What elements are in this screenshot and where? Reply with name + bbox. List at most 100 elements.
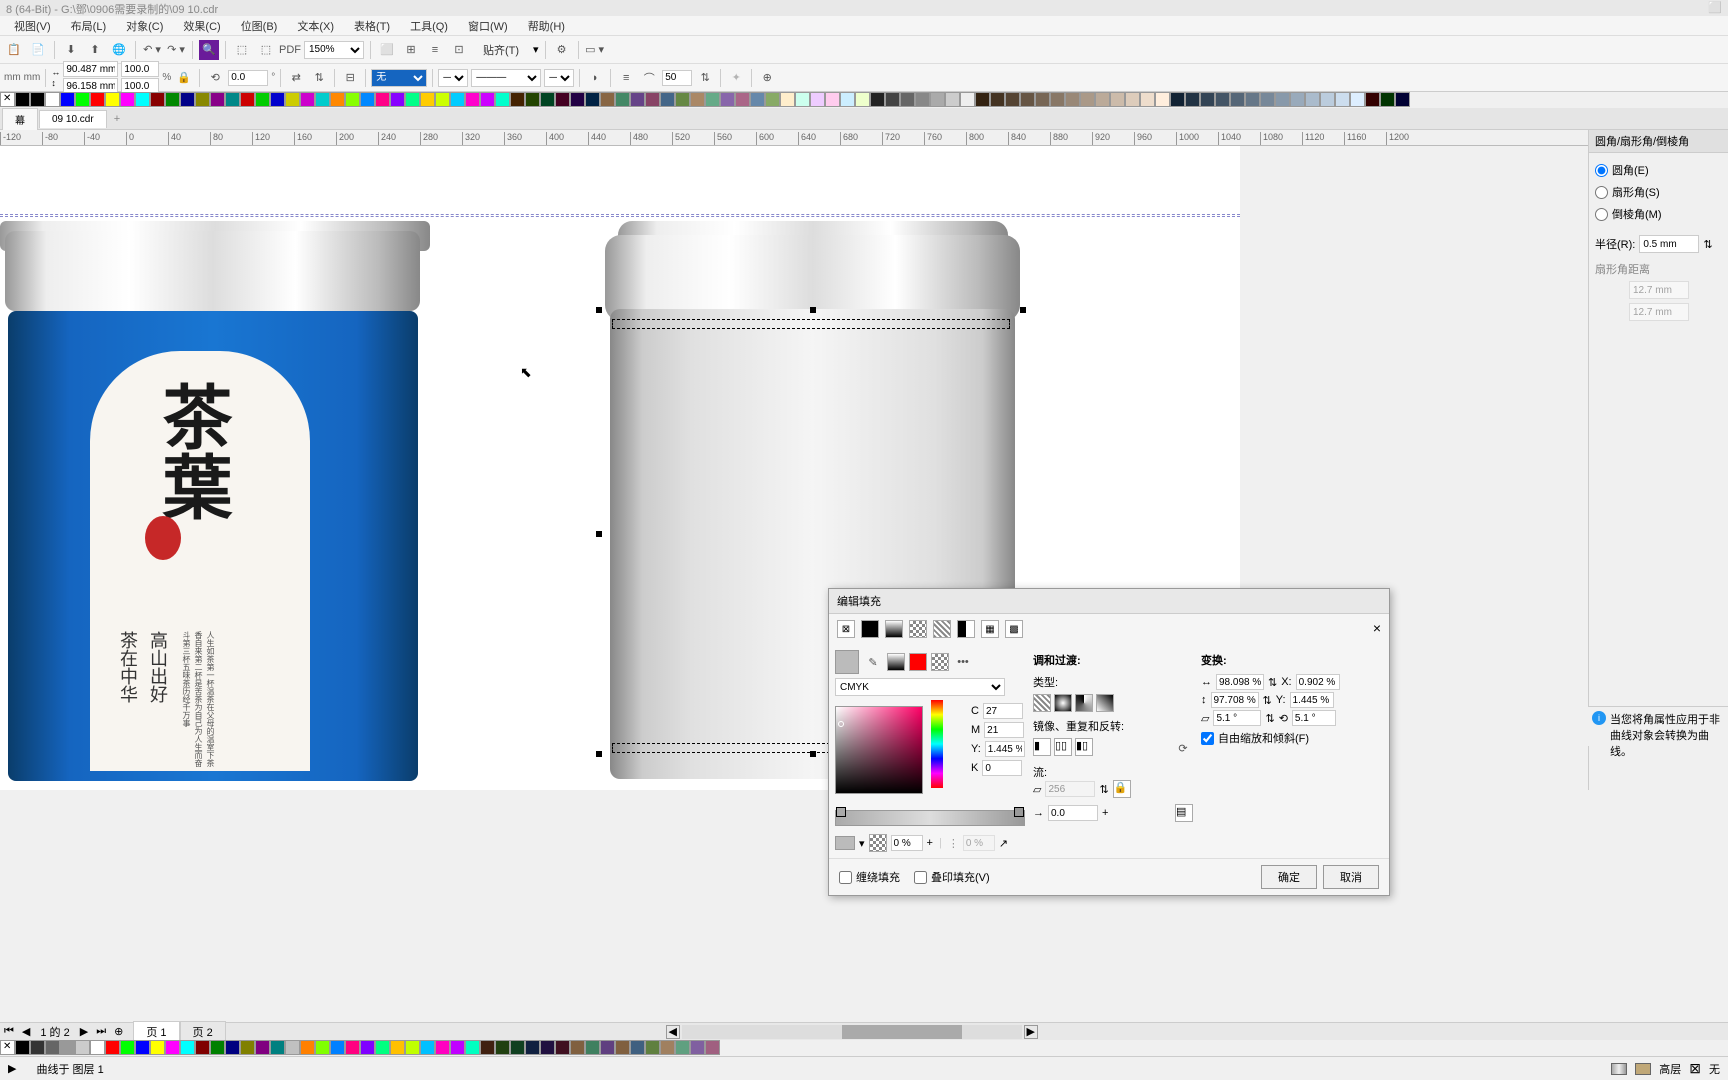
color-swatch[interactable] [435, 1040, 450, 1055]
color-swatch[interactable] [570, 1040, 585, 1055]
color-swatch[interactable] [15, 92, 30, 107]
color-swatch[interactable] [720, 92, 735, 107]
c-input[interactable] [983, 703, 1023, 719]
color-swatch[interactable] [120, 92, 135, 107]
color-swatch[interactable] [150, 1040, 165, 1055]
color-swatch[interactable] [810, 92, 825, 107]
color-swatch[interactable] [690, 92, 705, 107]
color-swatch[interactable] [75, 92, 90, 107]
color-swatch[interactable] [825, 92, 840, 107]
color-swatch[interactable] [240, 1040, 255, 1055]
type-square[interactable] [1096, 694, 1114, 712]
color-swatch[interactable] [1365, 92, 1380, 107]
zoom-out-icon[interactable]: ⬚ [256, 40, 276, 60]
color-swatch[interactable] [180, 1040, 195, 1055]
radio-round[interactable] [1595, 164, 1608, 177]
y-input[interactable] [985, 741, 1025, 757]
color-swatch[interactable] [120, 1040, 135, 1055]
color-swatch[interactable] [420, 1040, 435, 1055]
cancel-button[interactable]: 取消 [1323, 865, 1379, 889]
transform-h-input[interactable] [1211, 692, 1259, 708]
color-swatch[interactable] [675, 1040, 690, 1055]
color-swatch[interactable] [660, 1040, 675, 1055]
page-add-icon[interactable]: ⊕ [110, 1025, 127, 1038]
color-model-select[interactable]: CMYK [835, 678, 1005, 696]
add-offset-icon[interactable]: + [1102, 807, 1108, 819]
color-swatch[interactable] [345, 92, 360, 107]
ok-button[interactable]: 确定 [1261, 865, 1317, 889]
color-swatch[interactable] [240, 92, 255, 107]
color-swatch[interactable] [1110, 92, 1125, 107]
color-swatch[interactable] [450, 92, 465, 107]
menu-table[interactable]: 表格(T) [344, 16, 400, 36]
color-swatch[interactable] [1380, 92, 1395, 107]
color-swatch[interactable] [390, 1040, 405, 1055]
close-icon[interactable]: × [1373, 620, 1381, 638]
fill-gradient-tab[interactable] [885, 620, 903, 638]
color-swatch[interactable] [315, 1040, 330, 1055]
color-swatch[interactable] [990, 92, 1005, 107]
color-swatch[interactable] [690, 1040, 705, 1055]
color-swatch[interactable] [285, 92, 300, 107]
line-end[interactable]: — [544, 69, 574, 87]
scroll-left-icon[interactable]: ◀ [666, 1025, 680, 1039]
menu-view[interactable]: 视图(V) [4, 16, 61, 36]
color-swatch[interactable] [300, 1040, 315, 1055]
color-swatch[interactable] [255, 92, 270, 107]
color-swatch[interactable] [1395, 92, 1410, 107]
zoom-select[interactable]: 150% [304, 41, 364, 59]
menu-bitmap[interactable]: 位图(B) [231, 16, 288, 36]
color-swatch[interactable] [1230, 92, 1245, 107]
color-swatch[interactable] [945, 92, 960, 107]
menu-object[interactable]: 对象(C) [116, 16, 173, 36]
color-swatch[interactable] [180, 92, 195, 107]
color-swatch[interactable] [1215, 92, 1230, 107]
zoom-in-icon[interactable]: ⬚ [232, 40, 252, 60]
undo-icon[interactable]: ↶ ▾ [142, 40, 162, 60]
color-swatch[interactable] [885, 92, 900, 107]
fill-twocolor-tab[interactable] [957, 620, 975, 638]
color-swatch[interactable] [1035, 92, 1050, 107]
pdf-icon[interactable]: PDF [280, 40, 300, 60]
color-swatch[interactable] [195, 1040, 210, 1055]
add-icon[interactable]: ⊕ [757, 68, 777, 88]
color-swatch[interactable] [1350, 92, 1365, 107]
node-color[interactable] [835, 836, 855, 850]
menu-tools[interactable]: 工具(Q) [400, 16, 458, 36]
color-swatch[interactable] [450, 1040, 465, 1055]
color-swatch[interactable] [1140, 92, 1155, 107]
color-swatch[interactable] [1005, 92, 1020, 107]
color-swatch[interactable] [645, 1040, 660, 1055]
k-input[interactable] [982, 760, 1022, 776]
color-swatch[interactable] [285, 1040, 300, 1055]
gradient-bar[interactable] [835, 810, 1025, 826]
color-swatch[interactable] [795, 92, 810, 107]
outline-style[interactable]: 无 [371, 69, 427, 87]
color-swatch[interactable] [675, 92, 690, 107]
color-swatch[interactable] [360, 1040, 375, 1055]
no-color-swatch[interactable] [0, 92, 15, 107]
menu-layout[interactable]: 布局(L) [61, 16, 116, 36]
doc-tab-file[interactable]: 09 10.cdr [39, 110, 107, 128]
color-swatch[interactable] [600, 1040, 615, 1055]
fill-texture-tab[interactable]: ▦ [981, 620, 999, 638]
color-swatch[interactable] [375, 92, 390, 107]
wrap-fill-checkbox[interactable] [839, 871, 852, 884]
eyedropper-icon[interactable]: ✎ [863, 652, 883, 672]
color-swatch[interactable] [735, 92, 750, 107]
color-swatch[interactable] [630, 92, 645, 107]
color-field[interactable] [835, 706, 923, 794]
mirror-alt[interactable]: ▮▯ [1075, 738, 1093, 756]
color-swatch[interactable] [510, 1040, 525, 1055]
color-swatch[interactable] [405, 1040, 420, 1055]
distribute-icon[interactable]: ⌒ [639, 68, 659, 88]
grid-icon[interactable]: ⊞ [401, 40, 421, 60]
color-swatch[interactable] [255, 1040, 270, 1055]
color-swatch[interactable] [615, 1040, 630, 1055]
nav-icon[interactable]: ▶ [8, 1062, 16, 1075]
picker-mode3[interactable] [931, 653, 949, 671]
publish-icon[interactable]: 🌐 [109, 40, 129, 60]
color-swatch[interactable] [1260, 92, 1275, 107]
fill2-indicator-icon[interactable] [1635, 1063, 1651, 1075]
color-swatch[interactable] [435, 92, 450, 107]
